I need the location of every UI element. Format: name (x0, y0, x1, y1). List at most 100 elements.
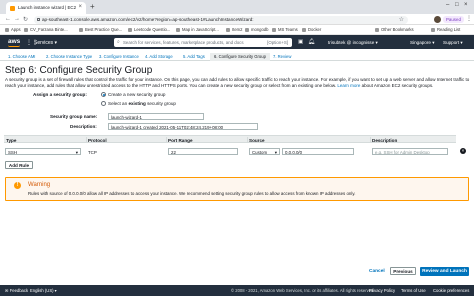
new-tab-button[interactable]: + (90, 2, 95, 11)
rule-description-input[interactable]: e.g. SSH for Admin Desktop (372, 148, 448, 155)
language-selector[interactable]: English (US) ▾ (30, 288, 57, 293)
step-configure-security-group[interactable]: 6. Configure Security Group (210, 52, 270, 61)
radio-select-existing-label[interactable]: Select an existing security group (108, 101, 176, 106)
review-and-launch-button[interactable]: Review and Launch (420, 266, 469, 276)
browser-tab-bar: Launch instance wizard | EC2 × + – □ × (0, 0, 474, 14)
learn-more-link[interactable]: Learn more (337, 83, 360, 88)
region-menu[interactable]: Singapore ▾ (410, 40, 435, 46)
bell-icon[interactable]: 🔔︎ (308, 39, 315, 45)
step-add-tags[interactable]: 5. Add Tags (183, 53, 205, 61)
bookmark-item[interactable]: Docker (302, 27, 321, 32)
rule-type-select[interactable]: SSH ▾ (5, 148, 81, 155)
remove-rule-icon[interactable]: × (460, 148, 466, 154)
column-source: Source (249, 137, 265, 143)
bookmark-item[interactable]: Leetcode Questio... (128, 27, 170, 32)
warning-title: Warning (28, 181, 51, 188)
terms-of-use-link[interactable]: Terms of Use (401, 288, 426, 293)
radio-create-new-label[interactable]: Create a new security group (108, 92, 165, 97)
column-type: Type (6, 137, 17, 143)
profile-avatar[interactable] (434, 16, 441, 23)
bookmark-icon (245, 27, 249, 32)
security-group-description-input[interactable]: launch-wizard-1 created 2021-05-11T02:48… (108, 123, 258, 130)
search-shortcut-hint: [Option+S] (267, 39, 288, 45)
sync-paused-badge[interactable]: Paused (443, 16, 464, 23)
description-label: Description: (70, 124, 97, 129)
maximize-icon[interactable]: □ (455, 2, 459, 8)
minimize-icon[interactable]: – (446, 2, 449, 8)
folder-icon (375, 27, 379, 32)
back-icon[interactable]: ← (5, 16, 11, 22)
privacy-policy-link[interactable]: Privacy Policy (369, 288, 395, 293)
assign-security-group-label: Assign a security group: (33, 92, 87, 97)
chevron-down-icon: ▾ (75, 149, 78, 155)
bookmarks-bar: Apps CV_Farzana Binte... Best Practice Q… (0, 25, 474, 35)
bookmark-item[interactable]: CV_Farzana Binte... (24, 27, 68, 32)
console-footer: ✉︎ Feedback English (US) ▾ © 2008 - 2021… (0, 285, 474, 296)
security-group-name-label: Security group name: (50, 114, 98, 119)
page-title: Step 6: Configure Security Group (5, 65, 153, 76)
browser-tab[interactable]: Launch instance wizard | EC2 × (6, 2, 86, 14)
support-menu[interactable]: Support ▾ (443, 40, 463, 46)
bookmark-icon (272, 27, 276, 32)
console-search-input[interactable]: ⌕ Search for services, features, marketp… (114, 37, 292, 47)
security-group-name-input[interactable]: launch-wizard-1 (108, 113, 204, 120)
bookmark-item[interactable]: Apps (5, 27, 21, 32)
bookmark-icon (226, 27, 230, 32)
rule-port-range-input[interactable]: 22 (168, 148, 238, 155)
reload-icon[interactable]: ↻ (23, 16, 28, 23)
step-choose-instance-type[interactable]: 2. Choose Instance Type (46, 53, 92, 61)
radio-create-new[interactable] (101, 92, 106, 97)
reading-list[interactable]: Reading List (431, 27, 460, 32)
step-configure-instance[interactable]: 3. Configure Instance (99, 53, 139, 61)
bookmark-item[interactable]: Best Practice Que... (79, 27, 122, 32)
apps-grid-icon (5, 27, 9, 32)
copyright-text: © 2008 - 2021, Amazon Web Services, Inc.… (231, 288, 375, 293)
forward-icon[interactable]: → (14, 16, 20, 22)
bookmark-item[interactable]: mongodb (245, 27, 268, 32)
url-text: ap-southeast-1.console.aws.amazon.com/ec… (42, 17, 254, 22)
other-bookmarks[interactable]: Other Bookmarks (375, 27, 414, 32)
cloudshell-icon[interactable]: ▣ (298, 39, 303, 45)
search-placeholder: Search for services, features, marketpla… (123, 39, 244, 45)
page-description: A security group is a set of firewall ru… (5, 77, 470, 88)
step-add-storage[interactable]: 4. Add Storage (145, 53, 173, 61)
browser-menu-icon[interactable]: ⋮ (466, 15, 472, 22)
services-menu[interactable]: Services ▾ (34, 40, 57, 46)
feedback-link[interactable]: ✉︎ Feedback (5, 288, 28, 293)
reading-list-icon (431, 27, 435, 32)
bookmark-star-icon[interactable]: ☆ (399, 16, 404, 23)
bookmark-icon (302, 27, 306, 32)
rule-source-select[interactable]: Custom ▾ (249, 148, 280, 155)
url-field[interactable]: ap-southeast-1.console.aws.amazon.com/ec… (34, 15, 408, 24)
step-choose-ami[interactable]: 1. Choose AMI (8, 53, 35, 61)
step-review[interactable]: 7. Review (273, 53, 291, 61)
lock-icon (37, 17, 40, 21)
wizard-steps: 1. Choose AMI 2. Choose Instance Type 3.… (0, 51, 474, 61)
aws-favicon-icon (10, 5, 15, 11)
previous-button[interactable]: Previous (390, 267, 416, 275)
bookmark-icon (176, 27, 180, 32)
search-icon: ⌕ (117, 39, 120, 45)
warning-text: Rules with source of 0.0.0.0/0 allow all… (28, 191, 356, 196)
bookmark-item[interactable]: MS Teams (272, 27, 298, 32)
bookmark-icon (24, 27, 28, 32)
rule-protocol: TCP (88, 149, 97, 155)
cookie-preferences-link[interactable]: Cookie preferences (433, 288, 469, 293)
address-bar-row: ← → ↻ ap-southeast-1.console.aws.amazon.… (0, 14, 474, 25)
rule-source-cidr-input[interactable]: 0.0.0.0/0 (282, 148, 354, 155)
column-protocol: Protocol (88, 137, 107, 143)
aws-console-header: aws ⋮⋮ Services ▾ ⌕ Search for services,… (0, 35, 474, 49)
bookmark-item[interactable]: Map in JavaScript... (176, 27, 219, 32)
close-window-icon[interactable]: × (464, 2, 468, 8)
browser-tab-title: Launch instance wizard | EC2 (18, 5, 77, 10)
add-rule-button[interactable]: Add Rule (5, 161, 33, 169)
bookmark-item[interactable]: Item2 (226, 27, 242, 32)
close-tab-icon[interactable]: × (78, 4, 82, 10)
account-menu[interactable]: trisubtek @ incognisse ▾ (328, 40, 378, 46)
bookmark-icon (79, 27, 83, 32)
cancel-button[interactable]: Cancel (369, 269, 385, 274)
chevron-down-icon: ▾ (274, 149, 277, 155)
aws-logo[interactable]: aws (8, 38, 20, 47)
radio-select-existing[interactable] (101, 101, 106, 106)
rules-table-header: Type Protocol Port Range Source Descript… (4, 135, 456, 143)
